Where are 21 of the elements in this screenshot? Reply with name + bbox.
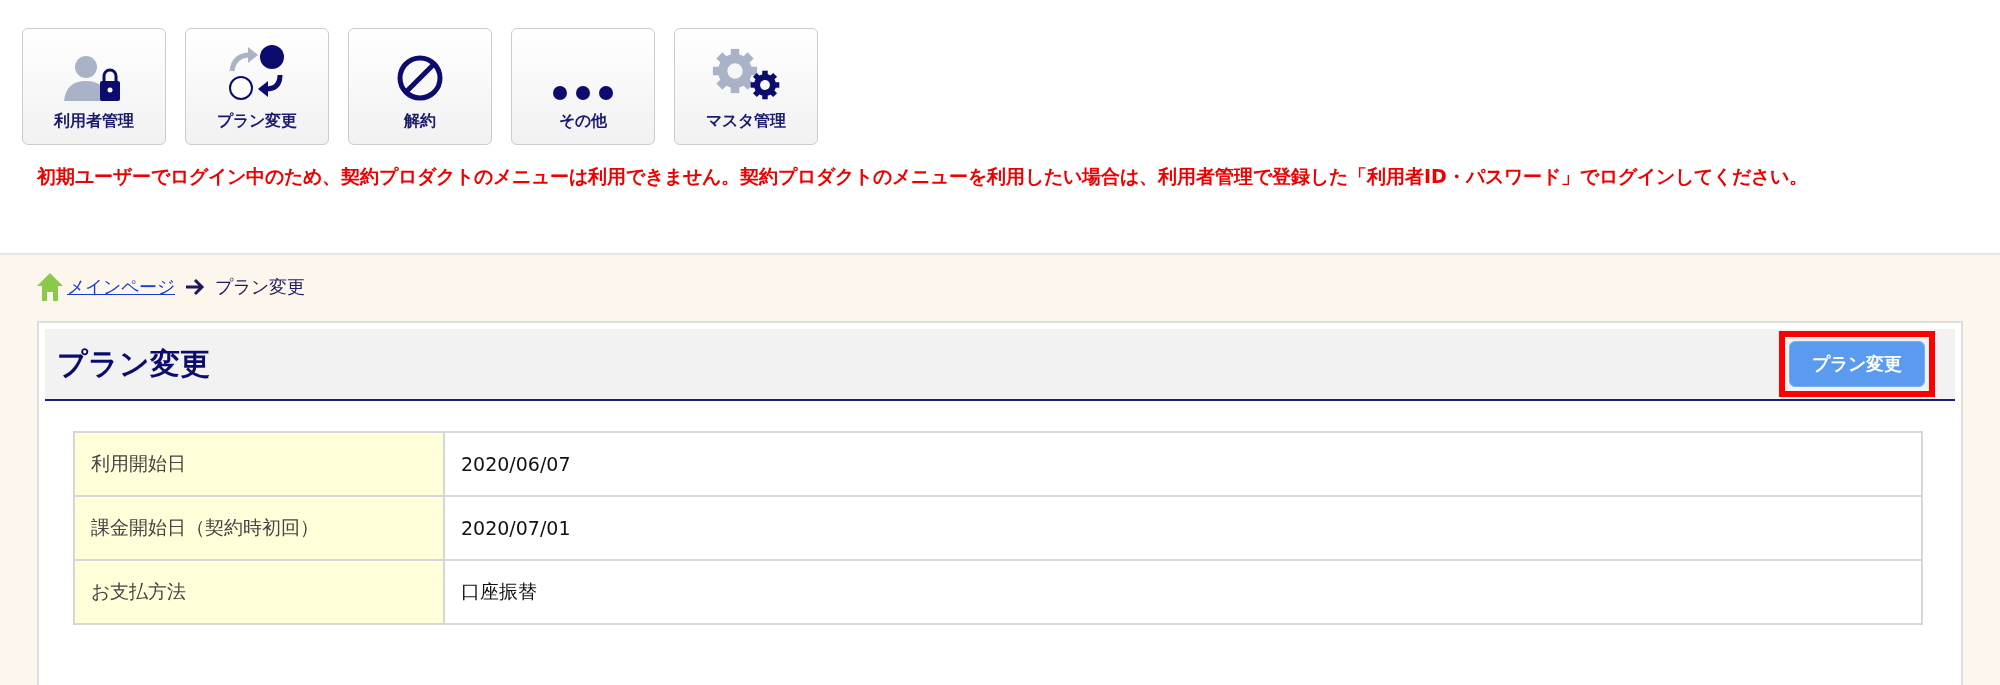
page-title: プラン変更 <box>57 344 210 383</box>
menu-button[interactable]: 利用者管理 <box>22 28 166 145</box>
more-icon <box>552 85 614 101</box>
swap-circles-icon <box>228 45 286 101</box>
arrow-right-icon <box>185 278 205 296</box>
menu-button[interactable]: 解約 <box>348 28 492 145</box>
value-cell: 2020/06/07 <box>444 432 1922 496</box>
value-cell: 口座振替 <box>444 560 1922 624</box>
prohibited-icon <box>397 55 443 101</box>
label-cell: お支払方法 <box>74 560 444 624</box>
gears-icon <box>711 47 781 101</box>
value-cell: 2020/07/01 <box>444 496 1922 560</box>
menu-button[interactable]: その他 <box>511 28 655 145</box>
home-icon <box>37 273 63 301</box>
breadcrumb-current: プラン変更 <box>215 275 305 299</box>
breadcrumb-link[interactable]: メインページ <box>67 275 175 299</box>
menu-button[interactable]: プラン変更 <box>185 28 329 145</box>
warning-message: 初期ユーザーでログイン中のため、契約プロダクトのメニューは利用できません。契約プロダクトのメニューを利用したい場合は、利用者管理で登録した「利用者ID・パスワード」でログインしてください。 <box>37 164 1809 189</box>
label-cell: 課金開始日（契約時初回） <box>74 496 444 560</box>
label-cell: 利用開始日 <box>74 432 444 496</box>
menu-button[interactable]: マスタ管理 <box>674 28 818 145</box>
